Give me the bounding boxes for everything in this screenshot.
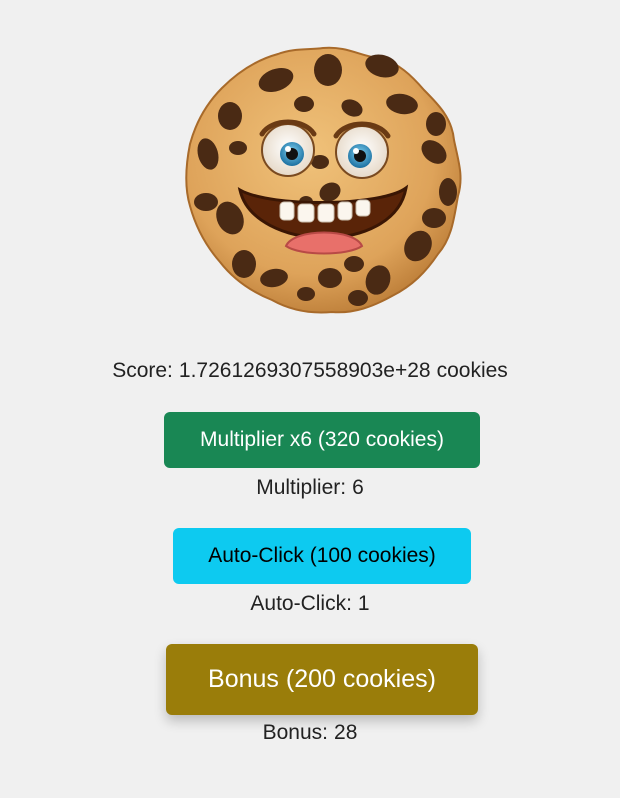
score-unit: cookies — [436, 359, 508, 382]
smiling-cookie-icon[interactable] — [182, 42, 464, 316]
multiplier-stat: Multiplier: 6 — [0, 475, 620, 501]
cookie-button[interactable] — [182, 42, 464, 316]
multiplier-button[interactable]: Multiplier x6 (320 cookies) — [164, 412, 480, 468]
auto-click-stat: Auto-Click: 1 — [0, 591, 620, 617]
multiplier-stat-value: 6 — [352, 476, 364, 499]
auto-click-button[interactable]: Auto-Click (100 cookies) — [173, 528, 471, 584]
score-display: Score: 1.7261269307558903e+28 cookies — [0, 357, 620, 385]
auto-click-stat-label: Auto-Click: — [250, 592, 352, 615]
score-value: 1.7261269307558903e+28 — [178, 359, 431, 382]
auto-click-stat-value: 1 — [357, 592, 370, 615]
bonus-button[interactable]: Bonus (200 cookies) — [166, 644, 478, 715]
multiplier-stat-label: Multiplier: — [256, 476, 347, 499]
bonus-stat-value: 28 — [334, 721, 358, 744]
score-label: Score: — [112, 359, 173, 382]
cookie-clicker-page: Score: 1.7261269307558903e+28 cookies Mult… — [0, 0, 620, 798]
bonus-stat: Bonus: 28 — [0, 720, 620, 746]
bonus-stat-label: Bonus: — [262, 721, 329, 744]
